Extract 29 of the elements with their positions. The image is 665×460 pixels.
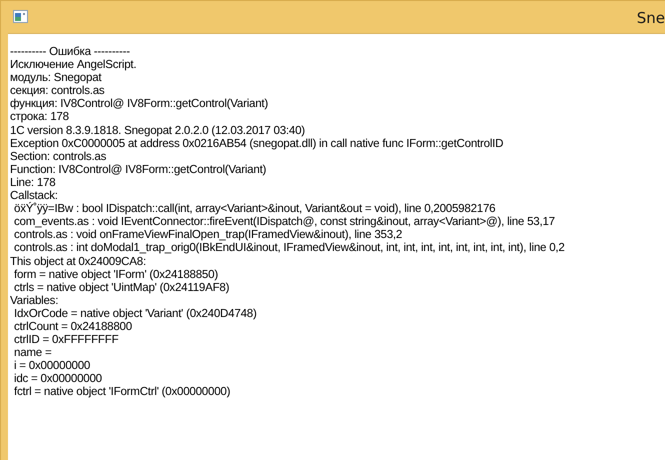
text-line: ctrlCount = 0x24188800 xyxy=(13,320,132,333)
text-line: секция: controls.as xyxy=(10,84,104,98)
text-line: Exception 0xC0000005 at address 0x0216AB54 (snegopat.dll) in call native func IForm::getControlID xyxy=(10,136,504,150)
text-line: i = 0x00000000 xyxy=(13,359,90,372)
text-line: модуль: Snegopat xyxy=(10,71,102,84)
text-line: функция: IV8Control@ IV8Form::getControl(Variant) xyxy=(10,97,268,110)
text-line: 1C version 8.3.9.1818. Snegopat 2.0.2.0 (12.03.2017 03:40) xyxy=(10,124,305,137)
text-line: ---------- Ошибка ---------- xyxy=(10,45,130,58)
text-line: Section: controls.as xyxy=(10,150,106,163)
text-line: IdxOrCode = native object 'Variant' (0x240D4748) xyxy=(13,306,257,320)
text-line: строка: 178 xyxy=(10,110,69,124)
text-line: Function: IV8Control@ IV8Form::getControl(Variant) xyxy=(10,162,266,176)
text-line: fctrl = native object 'IFormCtrl' (0x00000000) xyxy=(13,385,230,398)
text-line: Variables: xyxy=(10,294,58,307)
text-line: com_events.as : void IEventConnector::fireEvent(IDispatch@, const string&inout, array<Variant>@), line 53,17 xyxy=(13,215,555,228)
text-line: Исключение AngelScript. xyxy=(10,58,136,72)
text-line: idc = 0x00000000 xyxy=(13,372,102,386)
window-icon xyxy=(13,10,28,23)
text-line: ctrlID = 0xFFFFFFFF xyxy=(13,333,118,346)
text-line: name = xyxy=(13,346,52,360)
text-line: öẍÝ˚ÿÿ=IBw : bool IDispatch::call(int, array<Variant>&inout, Variant&out = void), line 0,2005982176 xyxy=(13,202,496,216)
text-line: This object at 0x24009CA8: xyxy=(10,254,146,268)
text-line: ctrls = native object 'UintMap' (0x24119AF8) xyxy=(13,280,230,294)
text-line: form = native object 'IForm' (0x24188850) xyxy=(13,268,218,281)
text-line: Line: 178 xyxy=(10,176,56,189)
text-line: Callstack: xyxy=(10,189,58,202)
text-line: controls.as : void onFrameViewFinalOpen_trap(IFramedView&inout), line 353,2 xyxy=(13,228,402,242)
text-line: controls.as : int doModal1_trap_orig0(IBkEndUI&inout, IFramedView&inout, int, int, int, int, int, int, int, int), line 0,2 xyxy=(13,241,565,254)
window-title: Sne xyxy=(636,8,665,29)
